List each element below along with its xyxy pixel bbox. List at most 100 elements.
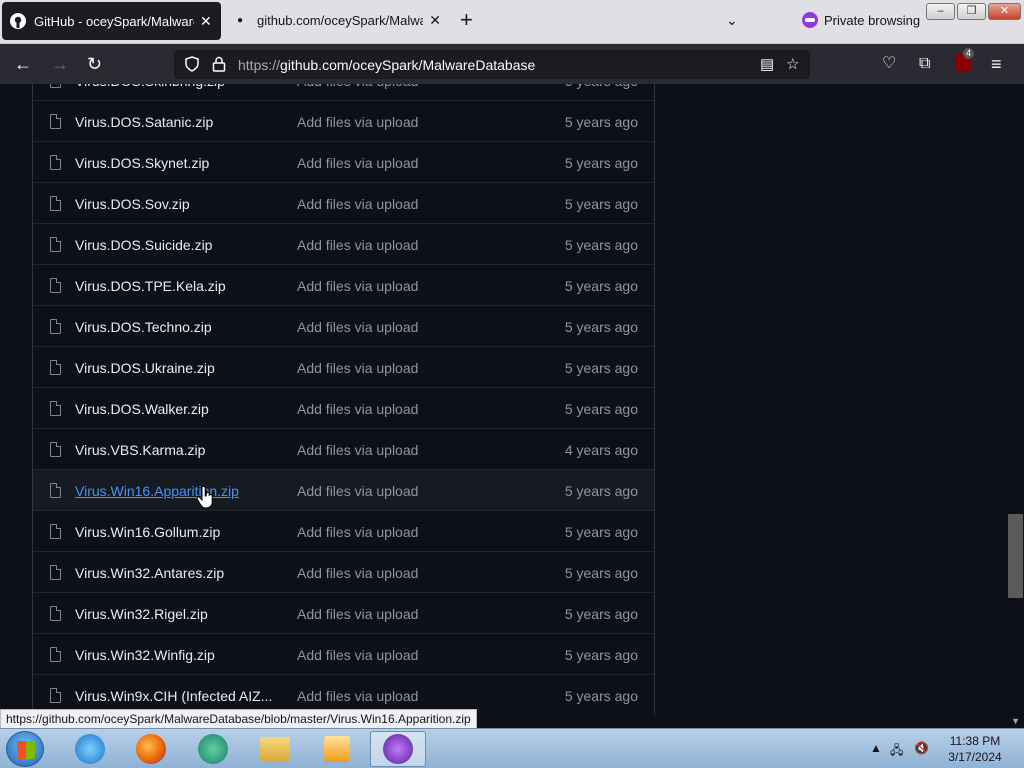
- scroll-down-icon[interactable]: ▼: [1011, 716, 1020, 726]
- commit-message-link[interactable]: Add files via upload: [297, 688, 418, 704]
- file-row[interactable]: Virus.DOS.TPE.Kela.zip Add files via uplo…: [33, 264, 654, 305]
- internet-explorer-icon[interactable]: [62, 731, 118, 767]
- file-name-link[interactable]: Virus.DOS.Techno.zip: [75, 319, 212, 335]
- hamburger-menu-icon[interactable]: ≡: [991, 54, 1002, 74]
- commit-message-link[interactable]: Add files via upload: [297, 360, 418, 376]
- close-tab-icon[interactable]: ✕: [429, 12, 441, 29]
- network-icon[interactable]: 🖧: [890, 741, 903, 762]
- back-button[interactable]: ←: [14, 54, 32, 74]
- file-name-link[interactable]: Virus.DOS.Satanic.zip: [75, 114, 213, 130]
- commit-message-link[interactable]: Add files via upload: [297, 114, 418, 130]
- scrollbar[interactable]: ▼: [1007, 84, 1024, 728]
- file-name-link[interactable]: Virus.Win32.Rigel.zip: [75, 606, 208, 622]
- commit-message-link[interactable]: Add files via upload: [297, 606, 418, 622]
- extensions-icon[interactable]: ⧉: [919, 54, 930, 74]
- commit-age: 5 years ago: [564, 196, 638, 212]
- private-mask-icon: [802, 12, 818, 28]
- file-name-link[interactable]: Virus.DOS.Sov.zip: [75, 196, 190, 212]
- messenger-icon[interactable]: [185, 731, 241, 767]
- file-name-link[interactable]: Virus.Win32.Antares.zip: [75, 565, 224, 581]
- volume-muted-icon[interactable]: 🔇: [914, 741, 929, 755]
- commit-message-link[interactable]: Add files via upload: [297, 401, 418, 417]
- pocket-icon[interactable]: ♡: [882, 54, 896, 74]
- commit-message-link[interactable]: Add files via upload: [297, 196, 418, 212]
- url-text[interactable]: https://github.com/oceySpark/MalwareData…: [238, 57, 535, 73]
- commit-age: 5 years ago: [564, 647, 638, 663]
- commit-message-link[interactable]: Add files via upload: [297, 278, 418, 294]
- new-tab-button[interactable]: +: [460, 9, 473, 31]
- commit-message-link[interactable]: Add files via upload: [297, 237, 418, 253]
- file-name-link[interactable]: Virus.Win9x.CIH (Infected AIZ...: [75, 688, 272, 704]
- commit-age: 5 years ago: [564, 483, 638, 499]
- file-row[interactable]: Virus.DOS.Suicide.zip Add files via uploa…: [33, 223, 654, 264]
- url-bar[interactable]: https://github.com/oceySpark/MalwareData…: [174, 50, 810, 79]
- file-name-link[interactable]: Virus.DOS.Walker.zip: [75, 401, 209, 417]
- file-row[interactable]: Virus.DOS.Walker.zip Add files via upload…: [33, 387, 654, 428]
- bookmark-star-icon[interactable]: ☆: [786, 55, 799, 73]
- file-name-link[interactable]: Virus.VBS.Karma.zip: [75, 442, 205, 458]
- tab-title: github.com/oceySpark/Malwar: [257, 12, 424, 28]
- chevron-down-icon[interactable]: ⌄: [726, 12, 738, 29]
- lock-icon[interactable]: [212, 56, 226, 72]
- file-name-link[interactable]: Virus.DOS.Skynet.zip: [75, 155, 209, 171]
- file-icon: [50, 647, 61, 662]
- show-hidden-icons[interactable]: ▲: [870, 741, 882, 755]
- file-row[interactable]: Virus.Win32.Antares.zip Add files via upl…: [33, 551, 654, 592]
- commit-age: 4 years ago: [564, 442, 638, 458]
- file-row[interactable]: Virus.DOS.Sov.zip Add files via upload 5 y…: [33, 182, 654, 223]
- tab-github-2[interactable]: ● github.com/oceySpark/Malwar ✕: [231, 0, 441, 40]
- tab-github[interactable]: GitHub - oceySpark/MalwareDa ✕: [2, 2, 221, 40]
- file-row[interactable]: Virus.Win32.Rigel.zip Add files via uploa…: [33, 592, 654, 633]
- close-tab-icon[interactable]: ✕: [200, 13, 212, 30]
- file-row[interactable]: Virus.DOS.Skinbring.zip Add files via upl…: [33, 84, 654, 100]
- file-row[interactable]: Virus.Win16.Apparition.zip Add files via …: [33, 469, 654, 510]
- private-browsing-indicator: Private browsing: [802, 12, 920, 28]
- commit-age: 5 years ago: [564, 155, 638, 171]
- tracking-protection-icon[interactable]: [184, 56, 200, 72]
- start-button[interactable]: [6, 731, 44, 767]
- firefox-icon[interactable]: [123, 731, 179, 767]
- file-row[interactable]: Virus.VBS.Karma.zip Add files via upload 4…: [33, 428, 654, 469]
- file-row[interactable]: Virus.Win32.Winfig.zip Add files via uplo…: [33, 633, 654, 674]
- media-player-icon[interactable]: [309, 731, 365, 767]
- file-row[interactable]: Virus.DOS.Techno.zip Add files via upload…: [33, 305, 654, 346]
- system-clock[interactable]: 11:38 PM 3/17/2024: [940, 733, 1010, 765]
- commit-message-link[interactable]: Add files via upload: [297, 483, 418, 499]
- commit-message-link[interactable]: Add files via upload: [297, 319, 418, 335]
- commit-message-link[interactable]: Add files via upload: [297, 565, 418, 581]
- file-icon: [50, 237, 61, 252]
- commit-message-link[interactable]: Add files via upload: [297, 84, 418, 89]
- close-window-button[interactable]: ✕: [988, 3, 1021, 20]
- reader-view-icon[interactable]: ▤: [760, 55, 774, 73]
- tab-title: GitHub - oceySpark/MalwareDa: [34, 13, 194, 29]
- file-row[interactable]: Virus.Win16.Gollum.zip Add files via uplo…: [33, 510, 654, 551]
- file-icon: [50, 606, 61, 621]
- file-row[interactable]: Virus.DOS.Ukraine.zip Add files via uploa…: [33, 346, 654, 387]
- file-icon: [50, 565, 61, 580]
- file-name-link[interactable]: Virus.Win16.Gollum.zip: [75, 524, 220, 540]
- firefox-private-icon[interactable]: [370, 731, 426, 767]
- file-row[interactable]: Virus.DOS.Satanic.zip Add files via uploa…: [33, 100, 654, 141]
- file-name-link[interactable]: Virus.DOS.TPE.Kela.zip: [75, 278, 226, 294]
- file-name-link[interactable]: Virus.DOS.Ukraine.zip: [75, 360, 215, 376]
- file-row[interactable]: Virus.DOS.Skynet.zip Add files via upload…: [33, 141, 654, 182]
- reload-button[interactable]: ↻: [87, 54, 102, 74]
- scrollbar-thumb[interactable]: [1008, 514, 1023, 598]
- file-explorer-icon[interactable]: [247, 731, 303, 767]
- forward-button[interactable]: →: [51, 54, 69, 74]
- ublock-icon[interactable]: 4: [955, 48, 975, 75]
- github-icon: [10, 13, 26, 29]
- minimize-button[interactable]: –: [926, 3, 955, 20]
- file-name-link[interactable]: Virus.DOS.Suicide.zip: [75, 237, 212, 253]
- clock-date: 3/17/2024: [948, 750, 1002, 764]
- maximize-button[interactable]: ❐: [957, 3, 986, 20]
- file-name-link[interactable]: Virus.DOS.Skinbring.zip: [75, 84, 225, 89]
- commit-message-link[interactable]: Add files via upload: [297, 155, 418, 171]
- commit-message-link[interactable]: Add files via upload: [297, 524, 418, 540]
- browser-titlebar: GitHub - oceySpark/MalwareDa ✕ ● github.…: [0, 0, 1024, 44]
- commit-age: 5 years ago: [564, 401, 638, 417]
- file-icon: [50, 278, 61, 293]
- file-name-link[interactable]: Virus.Win32.Winfig.zip: [75, 647, 215, 663]
- commit-message-link[interactable]: Add files via upload: [297, 647, 418, 663]
- commit-message-link[interactable]: Add files via upload: [297, 442, 418, 458]
